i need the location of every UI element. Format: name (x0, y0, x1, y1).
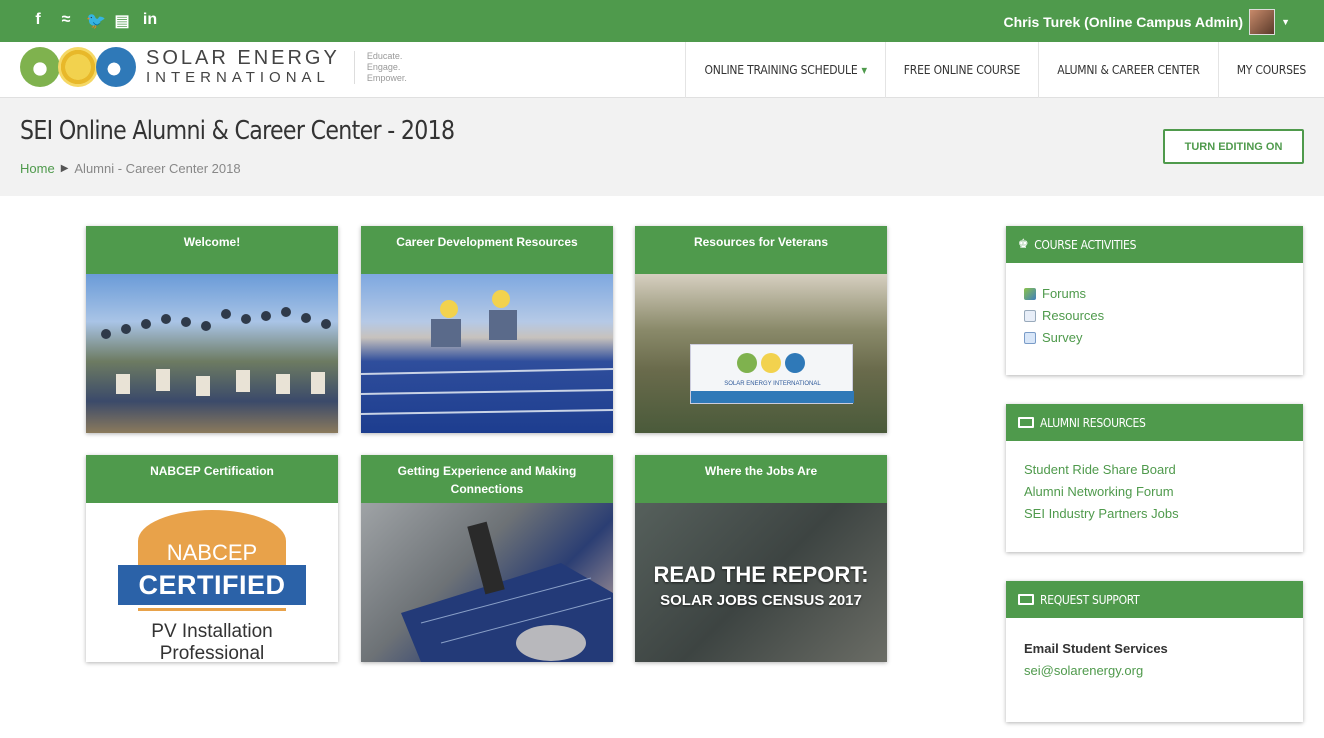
nabcep-seal: NABCEP (138, 510, 286, 572)
main-navbar: SOLAR ENERGY INTERNATIONAL Educate. Enga… (0, 42, 1324, 98)
block-header: ALUMNI RESOURCES (1006, 404, 1303, 441)
tile-welcome[interactable]: Welcome! (86, 226, 338, 433)
logo-wind-icon (20, 47, 60, 87)
nav-label: ONLINE TRAINING SCHEDULE (704, 63, 858, 77)
email-label: Email Student Services (1024, 641, 1168, 656)
social-links: f ≈ 🐦 ▤ in (30, 11, 158, 31)
tile-nabcep[interactable]: NABCEP Certification NABCEP CERTIFIED PV… (86, 455, 338, 662)
tile-career-development[interactable]: Career Development Resources (361, 226, 613, 433)
banner-sun-icon (761, 353, 781, 373)
page-title: SEI Online Alumni & Career Center - 2018 (20, 116, 455, 146)
nabcep-line1: PV Installation (151, 621, 273, 642)
card-icon (1018, 594, 1034, 605)
panel-illustration (401, 521, 613, 662)
activity-forums[interactable]: Forums (1024, 283, 1285, 305)
tile-title: Getting Experience and Making Connection… (361, 455, 613, 503)
logo-line2: INTERNATIONAL (146, 69, 330, 86)
block-body: Student Ride Share Board Alumni Networki… (1006, 441, 1303, 537)
link-networking-forum[interactable]: Alumni Networking Forum (1024, 481, 1285, 503)
tile-experience[interactable]: Getting Experience and Making Connection… (361, 455, 613, 662)
rss-icon[interactable]: ≈ (58, 11, 74, 31)
banner-water-icon (785, 353, 805, 373)
breadcrumb-current: Alumni - Career Center 2018 (74, 161, 241, 176)
nav-menu: ONLINE TRAINING SCHEDULE ▼ FREE ONLINE C… (685, 42, 1324, 98)
block-header: REQUEST SUPPORT (1006, 581, 1303, 618)
resource-icon (1024, 310, 1036, 322)
logo-water-icon (96, 47, 136, 87)
block-alumni-resources: ALUMNI RESOURCES Student Ride Share Boar… (1006, 404, 1303, 552)
breadcrumb-separator-icon: ▶ (60, 163, 69, 174)
block-title: COURSE ACTIVITIES (1034, 237, 1137, 252)
block-title: REQUEST SUPPORT (1040, 592, 1140, 607)
nav-item-online-training-schedule[interactable]: ONLINE TRAINING SCHEDULE ▼ (685, 42, 884, 98)
tile-title: Where the Jobs Are (635, 455, 887, 503)
turn-editing-on-button[interactable]: TURN EDITING ON (1163, 129, 1304, 164)
youtube-icon[interactable]: ▤ (114, 11, 130, 31)
nabcep-divider (138, 608, 286, 611)
breadcrumb-home[interactable]: Home (20, 161, 55, 177)
site-logo[interactable]: SOLAR ENERGY INTERNATIONAL Educate. Enga… (20, 47, 407, 87)
survey-icon (1024, 332, 1036, 344)
tile-title: Welcome! (86, 226, 338, 274)
tile-veterans[interactable]: Resources for Veterans SOLAR ENERGY INTE… (635, 226, 887, 433)
puzzle-icon: ♚ (1018, 237, 1029, 252)
nabcep-line2: Professional (159, 643, 265, 662)
linkedin-icon[interactable]: in (142, 11, 158, 31)
chevron-down-icon: ▼ (861, 65, 867, 75)
report-subheadline: SOLAR JOBS CENSUS 2017 (660, 592, 862, 609)
banner-stripe (691, 391, 854, 403)
top-bar: f ≈ 🐦 ▤ in Chris Turek (Online Campus Ad… (0, 0, 1324, 42)
nav-item-my-courses[interactable]: MY COURSES (1217, 42, 1324, 98)
block-header: ♚ COURSE ACTIVITIES (1006, 226, 1303, 263)
block-request-support: REQUEST SUPPORT Email Student Services s… (1006, 581, 1303, 722)
activity-label[interactable]: Resources (1042, 305, 1104, 327)
block-body: Email Student Services sei@solarenergy.o… (1006, 618, 1303, 694)
link-ride-share[interactable]: Student Ride Share Board (1024, 459, 1285, 481)
user-menu[interactable]: Chris Turek (Online Campus Admin) ▼ (1003, 9, 1290, 35)
banner-text: SOLAR ENERGY INTERNATIONAL (724, 381, 821, 387)
nav-label: MY COURSES (1236, 63, 1307, 77)
activity-survey[interactable]: Survey (1024, 327, 1285, 349)
forum-icon (1024, 288, 1036, 300)
nav-item-alumni-career-center[interactable]: ALUMNI & CAREER CENTER (1038, 42, 1218, 98)
avatar[interactable] (1249, 9, 1276, 35)
tagline-line: Educate. (366, 50, 403, 61)
tagline-line: Engage. (366, 61, 401, 72)
report-headline: READ THE REPORT: (653, 562, 869, 587)
page-header: SEI Online Alumni & Career Center - 2018… (0, 98, 1324, 196)
logo-tagline: Educate. Engage. Empower. (353, 50, 407, 84)
logo-line1: SOLAR ENERGY (146, 47, 340, 69)
nabcep-certified: CERTIFIED (118, 565, 306, 605)
block-body: Forums Resources Survey (1006, 263, 1303, 361)
logo-sun-icon (58, 47, 98, 87)
tile-jobs[interactable]: Where the Jobs Are READ THE REPORT: SOLA… (635, 455, 887, 662)
crowd-illustration (101, 307, 331, 396)
user-name[interactable]: Chris Turek (Online Campus Admin) (1003, 14, 1243, 30)
block-title: ALUMNI RESOURCES (1040, 415, 1146, 430)
breadcrumb: Home ▶ Alumni - Career Center 2018 (20, 161, 241, 177)
banner-wind-icon (737, 353, 757, 373)
block-course-activities: ♚ COURSE ACTIVITIES Forums Resources Sur… (1006, 226, 1303, 375)
tile-title: NABCEP Certification (86, 455, 338, 503)
card-icon (1018, 417, 1034, 428)
facebook-icon[interactable]: f (30, 11, 46, 31)
sei-banner: SOLAR ENERGY INTERNATIONAL (690, 344, 854, 404)
nav-label: ALUMNI & CAREER CENTER (1057, 63, 1200, 77)
logo-mark (20, 47, 136, 87)
activity-resources[interactable]: Resources (1024, 305, 1285, 327)
support-email-link[interactable]: sei@solarenergy.org (1024, 660, 1285, 682)
tile-title: Career Development Resources (361, 226, 613, 274)
link-industry-jobs[interactable]: SEI Industry Partners Jobs (1024, 503, 1285, 525)
activity-label[interactable]: Survey (1042, 327, 1082, 349)
nav-item-free-online-course[interactable]: FREE ONLINE COURSE (884, 42, 1038, 98)
chevron-down-icon[interactable]: ▼ (1281, 17, 1290, 27)
activity-label[interactable]: Forums (1042, 283, 1086, 305)
nav-label: FREE ONLINE COURSE (903, 63, 1021, 77)
tagline-line: Empower. (366, 72, 407, 83)
tile-title: Resources for Veterans (635, 226, 887, 274)
logo-text: SOLAR ENERGY INTERNATIONAL (146, 47, 340, 87)
installers-illustration (361, 290, 613, 415)
twitter-icon[interactable]: 🐦 (86, 11, 106, 31)
